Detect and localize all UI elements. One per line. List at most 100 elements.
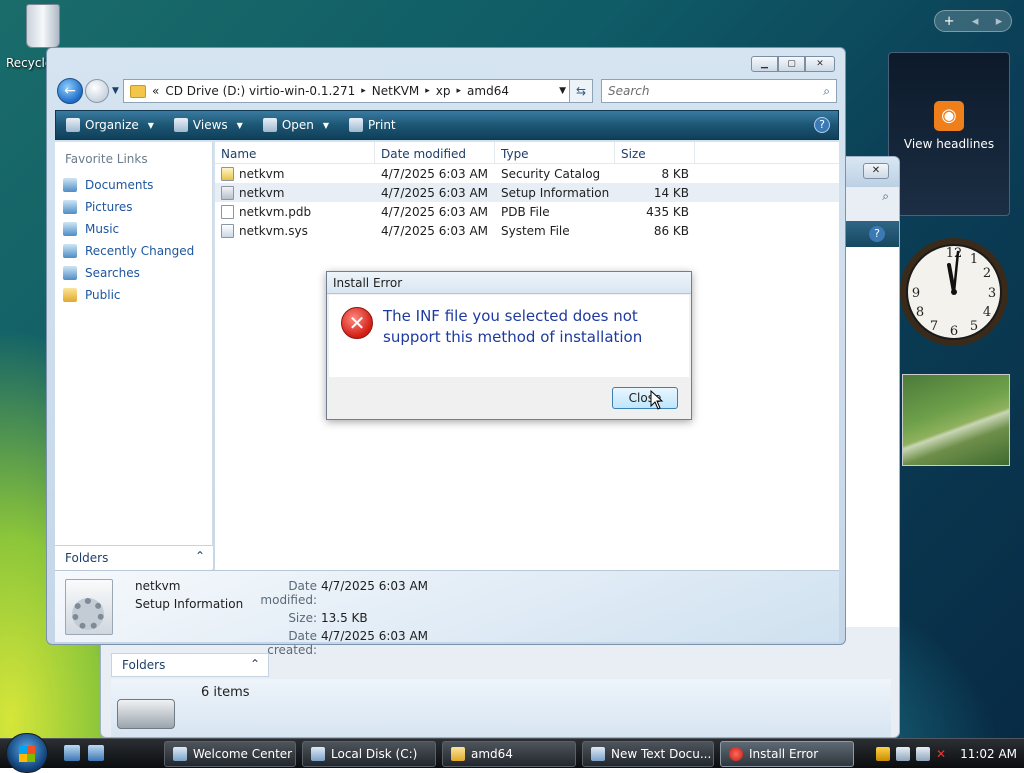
- table-row[interactable]: netkvm.sys 4/7/2025 6:03 AM System File …: [215, 221, 839, 240]
- error-icon: ✕: [341, 307, 373, 339]
- address-bar[interactable]: « CD Drive (D:) virtio-win-0.1.271 ▸ Net…: [123, 79, 573, 103]
- command-bar: Organize ▼ Views ▼ Open ▼ Print ?: [55, 110, 839, 140]
- chevron-up-icon: ⌃: [249, 657, 260, 671]
- forward-button[interactable]: [85, 79, 109, 103]
- prev-icon[interactable]: ◂: [972, 14, 979, 29]
- print-label: Print: [368, 118, 396, 132]
- taskbar-label: Install Error: [749, 747, 819, 761]
- feed-headlines-gadget[interactable]: ◉ View headlines: [888, 52, 1010, 216]
- date-created-label: Date created:: [267, 629, 317, 657]
- clock-gadget: 12 1 2 3 4 5 6 7 8 9: [900, 238, 1008, 346]
- nav-item-label: Recently Changed: [85, 244, 195, 258]
- favorite-links-header: Favorite Links: [65, 152, 148, 166]
- volume-muted-icon[interactable]: ✕: [936, 747, 946, 761]
- nav-item-recently-changed[interactable]: Recently Changed: [55, 240, 212, 262]
- search-icon[interactable]: ⌕: [823, 84, 830, 99]
- open-button[interactable]: Open ▼: [253, 111, 339, 139]
- nav-item-music[interactable]: Music: [55, 218, 212, 240]
- organize-icon: [66, 118, 80, 132]
- search-input[interactable]: Search ⌕: [601, 79, 837, 103]
- public-folder-icon: [63, 288, 77, 302]
- minimize-button[interactable]: ▁: [751, 56, 778, 72]
- print-button[interactable]: Print: [339, 111, 406, 139]
- organize-button[interactable]: Organize ▼: [56, 111, 164, 139]
- table-row[interactable]: netkvm 4/7/2025 6:03 AM Setup Informatio…: [215, 183, 839, 202]
- column-name[interactable]: Name: [215, 142, 375, 163]
- security-catalog-icon: [221, 166, 234, 181]
- organize-label: Organize: [85, 118, 139, 132]
- maximize-button[interactable]: ▢: [778, 56, 805, 72]
- breadcrumb-amd64[interactable]: amd64: [467, 84, 509, 98]
- start-button[interactable]: [6, 733, 48, 773]
- windows-logo-icon: [19, 746, 35, 762]
- column-size[interactable]: Size: [615, 142, 695, 163]
- network-icon[interactable]: [896, 747, 910, 761]
- clock-center: [951, 289, 957, 295]
- recent-pages-dropdown-icon[interactable]: ▼: [112, 86, 119, 96]
- breadcrumb-separator-icon[interactable]: ▸: [425, 86, 430, 96]
- switch-windows-icon[interactable]: [88, 745, 104, 761]
- breadcrumb-prefix[interactable]: «: [152, 84, 159, 98]
- sidebar-controls[interactable]: + ◂ ▸: [934, 10, 1012, 32]
- views-label: Views: [192, 118, 228, 132]
- open-label: Open: [281, 118, 314, 132]
- recycle-bin-icon[interactable]: [26, 4, 60, 48]
- taskbar-new-text-document[interactable]: New Text Docu...: [582, 741, 714, 767]
- file-date: 4/7/2025 6:03 AM: [381, 204, 489, 219]
- clock-time[interactable]: 11:02 AM: [960, 747, 1017, 761]
- table-row[interactable]: netkvm 4/7/2025 6:03 AM Security Catalog…: [215, 164, 839, 183]
- file-name: netkvm: [239, 185, 285, 200]
- breadcrumb-separator-icon[interactable]: ▸: [457, 86, 462, 96]
- background-close-icon[interactable]: ✕: [863, 163, 889, 179]
- nav-item-searches[interactable]: Searches: [55, 262, 212, 284]
- folder-icon: [451, 747, 465, 761]
- background-help-icon[interactable]: ?: [869, 226, 885, 242]
- breadcrumb-xp[interactable]: xp: [436, 84, 451, 98]
- nav-item-label: Music: [85, 222, 120, 236]
- music-icon: [63, 222, 77, 236]
- close-dialog-button[interactable]: Close: [612, 387, 678, 409]
- folder-icon: [130, 84, 146, 98]
- close-button[interactable]: ✕: [805, 56, 835, 72]
- install-error-dialog[interactable]: Install Error ✕ The INF file you selecte…: [326, 271, 692, 420]
- file-date: 4/7/2025 6:03 AM: [381, 185, 489, 200]
- refresh-button[interactable]: ⇆: [569, 79, 593, 103]
- breadcrumb-netkvm[interactable]: NetKVM: [372, 84, 420, 98]
- nav-item-public[interactable]: Public: [55, 284, 212, 306]
- documents-icon: [63, 178, 77, 192]
- background-details-pane: 6 items: [111, 679, 891, 737]
- next-icon[interactable]: ▸: [996, 14, 1003, 29]
- background-search-icon[interactable]: ⌕: [882, 189, 889, 204]
- back-button[interactable]: ←: [57, 78, 83, 104]
- views-button[interactable]: Views ▼: [164, 111, 253, 139]
- size-value: 13.5 KB: [321, 611, 368, 625]
- feed-headlines-label[interactable]: View headlines: [889, 137, 1009, 151]
- date-created-value: 4/7/2025 6:03 AM: [321, 629, 429, 643]
- breadcrumb-drive[interactable]: CD Drive (D:) virtio-win-0.1.271: [165, 84, 355, 98]
- column-date-modified[interactable]: Date modified: [375, 142, 495, 163]
- column-type[interactable]: Type: [495, 142, 615, 163]
- help-icon[interactable]: ?: [814, 117, 830, 133]
- drive-icon: [117, 699, 175, 729]
- taskbar-install-error[interactable]: Install Error: [720, 741, 854, 767]
- breadcrumb-separator-icon[interactable]: ▸: [361, 86, 366, 96]
- nav-item-pictures[interactable]: Pictures: [55, 196, 212, 218]
- nav-item-documents[interactable]: Documents: [55, 174, 212, 196]
- address-dropdown-icon[interactable]: ▼: [559, 86, 566, 96]
- add-gadget-icon[interactable]: +: [944, 14, 955, 29]
- print-icon: [349, 118, 364, 132]
- display-icon[interactable]: [916, 747, 930, 761]
- show-desktop-icon[interactable]: [64, 745, 80, 761]
- file-type: Setup Information: [501, 185, 610, 200]
- setup-information-large-icon: [65, 579, 113, 635]
- folders-toggle[interactable]: Folders ⌃: [55, 545, 213, 569]
- nav-item-label: Searches: [85, 266, 140, 280]
- taskbar-welcome-center[interactable]: Welcome Center: [164, 741, 296, 767]
- taskbar-amd64[interactable]: amd64: [442, 741, 576, 767]
- folders-label: Folders: [65, 551, 109, 565]
- taskbar-local-disk[interactable]: Local Disk (C:): [302, 741, 436, 767]
- table-row[interactable]: netkvm.pdb 4/7/2025 6:03 AM PDB File 435…: [215, 202, 839, 221]
- slideshow-gadget[interactable]: [902, 374, 1010, 466]
- nav-item-label: Pictures: [85, 200, 133, 214]
- security-shield-icon[interactable]: [876, 747, 890, 761]
